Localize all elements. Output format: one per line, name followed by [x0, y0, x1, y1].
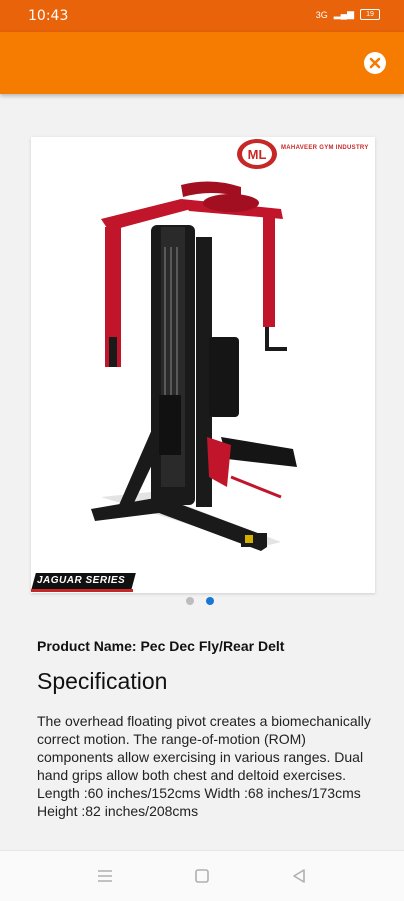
status-icons: 3G ▂▄▆ 19	[316, 9, 380, 20]
specification-heading: Specification	[37, 668, 168, 694]
app-bar	[0, 32, 404, 94]
home-square-icon	[195, 869, 209, 883]
series-stripe	[31, 589, 133, 592]
status-bar: 10:43 3G ▂▄▆ 19	[0, 0, 404, 32]
system-nav-bar	[0, 850, 404, 901]
carousel-dot-2[interactable]	[206, 597, 214, 605]
specification-body: The overhead floating pivot creates a bi…	[37, 713, 371, 819]
series-label: JAGUAR SERIES	[37, 575, 126, 586]
home-button[interactable]	[193, 867, 211, 885]
carousel-dot-1[interactable]	[186, 597, 194, 605]
network-type: 3G	[315, 9, 328, 20]
product-image	[91, 181, 297, 551]
product-name: Product Name: Pec Dec Fly/Rear Delt	[37, 638, 285, 654]
product-image-carousel[interactable]: ML MAHAVEER GYM INDUSTRY JAGUAR SERIES	[31, 137, 375, 593]
back-triangle-icon	[293, 869, 305, 883]
status-time: 10:43	[28, 8, 69, 24]
close-button[interactable]	[364, 52, 386, 74]
menu-icon	[98, 870, 112, 882]
battery-icon: 19	[360, 9, 380, 20]
close-icon	[369, 57, 381, 69]
signal-icon: ▂▄▆	[333, 9, 354, 19]
back-button[interactable]	[290, 867, 308, 885]
carousel-indicators	[186, 597, 214, 605]
menu-button[interactable]	[96, 867, 114, 885]
